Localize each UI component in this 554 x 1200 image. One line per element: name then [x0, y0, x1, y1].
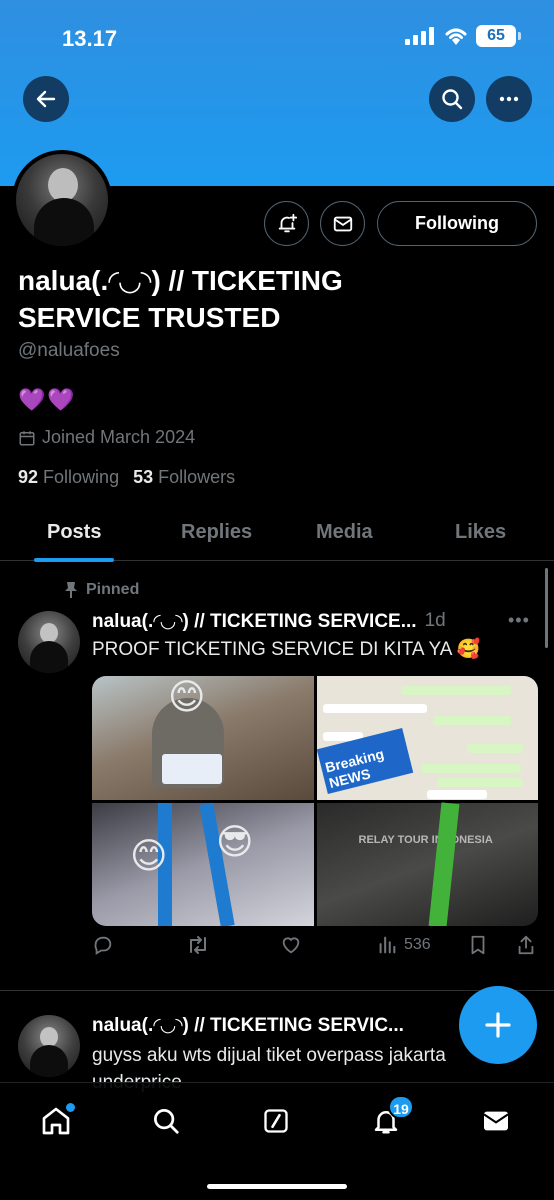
post-actions: 536: [92, 934, 542, 964]
green-lanyard: [428, 802, 459, 926]
share-icon: [518, 935, 534, 955]
post-author[interactable]: nalua(.◜◡◝) // TICKETING SERVICE...: [92, 610, 417, 633]
compose-post-button[interactable]: [459, 986, 537, 1064]
post-more-button[interactable]: •••: [508, 610, 530, 631]
status-time: 13.17: [62, 26, 118, 51]
smile-emoji-icon: 😊: [168, 676, 206, 717]
plus-icon: [485, 1012, 511, 1038]
pin-icon: [65, 582, 77, 598]
bookmark-button[interactable]: [468, 934, 488, 956]
smile-emoji-icon: 😊: [130, 835, 168, 876]
home-indicator: [207, 1184, 347, 1189]
notify-bell-button[interactable]: [264, 201, 309, 246]
chat-bubble: [426, 790, 487, 799]
joined-text: Joined March 2024: [42, 427, 196, 447]
following-stat[interactable]: 92 Following: [18, 467, 119, 488]
battery-indicator: 65: [476, 25, 521, 47]
status-bar: 13.17 65: [0, 0, 554, 72]
post-header: nalua(.◜◡◝) // TICKETING SERVICE... 1d: [92, 610, 446, 633]
grok-icon: [264, 1109, 288, 1133]
profile-bio: 💜💜: [18, 387, 77, 412]
search-button[interactable]: [429, 76, 475, 122]
chat-bubble: [466, 744, 523, 753]
nav-notifications[interactable]: 19: [366, 1095, 414, 1141]
heart-icon: [282, 937, 300, 954]
chat-bubble: [420, 764, 521, 773]
scrollbar[interactable]: [545, 568, 548, 648]
envelope-icon: [333, 216, 352, 231]
envelope-icon: [483, 1111, 509, 1131]
repost-button[interactable]: [186, 934, 210, 956]
following-count: 92: [18, 467, 39, 487]
post-text: PROOF TICKETING SERVICE DI KITA YA 🥰: [92, 639, 481, 660]
tab-posts[interactable]: Posts: [47, 521, 101, 544]
profile-joined: Joined March 2024: [18, 427, 195, 448]
share-button[interactable]: [516, 934, 536, 956]
following-label: Following: [43, 467, 120, 487]
like-button[interactable]: [280, 934, 302, 956]
reply-button[interactable]: [92, 934, 114, 956]
calendar-icon: [19, 430, 35, 445]
search-icon: [442, 89, 463, 110]
views-chart-icon: [379, 936, 396, 954]
chat-bubble: [400, 686, 511, 695]
chat-bubble: [436, 778, 523, 787]
sunglasses-emoji-icon: 😎: [216, 821, 254, 862]
arrow-left-icon: [36, 90, 56, 108]
notifications-badge: 19: [388, 1095, 414, 1119]
post-divider: [0, 990, 554, 991]
nav-search[interactable]: [146, 1101, 186, 1141]
followers-stat[interactable]: 53 Followers: [133, 467, 235, 488]
reply-icon: [94, 936, 112, 955]
views-count: 536: [404, 936, 431, 953]
followers-label: Followers: [158, 467, 236, 487]
back-button[interactable]: [23, 76, 69, 122]
wifi-icon: [443, 25, 469, 52]
pinned-indicator: Pinned: [64, 581, 139, 599]
chat-bubble: [322, 704, 427, 713]
tab-media[interactable]: Media: [316, 521, 373, 544]
search-icon: [154, 1109, 179, 1134]
tab-replies[interactable]: Replies: [181, 521, 252, 544]
cellular-signal-icon: [405, 27, 434, 45]
message-button[interactable]: [320, 201, 365, 246]
media-chat-screenshot[interactable]: Breaking NEWS: [316, 676, 538, 800]
bottom-navigation: 19: [0, 1082, 554, 1200]
followers-count: 53: [133, 467, 154, 487]
bookmark-icon: [471, 935, 485, 955]
unread-dot: [66, 1103, 75, 1112]
following-button[interactable]: Following: [377, 201, 537, 246]
repost-icon: [190, 936, 206, 954]
chat-bubble: [432, 716, 511, 725]
media-photo-1[interactable]: 😊: [92, 676, 314, 800]
post-age: 1d: [424, 610, 446, 631]
post-avatar[interactable]: [18, 611, 80, 673]
tab-likes[interactable]: Likes: [455, 521, 506, 544]
profile-handle: @naluafoes: [18, 340, 120, 361]
post-author[interactable]: nalua(.◜◡◝) // TICKETING SERVIC...: [92, 1014, 404, 1037]
bell-plus-icon: [278, 213, 297, 232]
nav-messages[interactable]: [476, 1101, 516, 1141]
media-photo-ticket[interactable]: RELAY TOUR INDONESIA: [316, 802, 538, 926]
views-button[interactable]: 536: [376, 934, 431, 956]
profile-display-name: nalua(.◜◡◝) // TICKETING SERVICE TRUSTED: [18, 265, 343, 333]
nav-grok[interactable]: [256, 1101, 296, 1141]
post-header: nalua(.◜◡◝) // TICKETING SERVIC...: [92, 1014, 404, 1037]
profile-tabs: Posts Replies Media Likes: [0, 505, 554, 562]
profile-stats: 92 Following 53 Followers: [18, 467, 235, 488]
post-media-grid[interactable]: 😊 Breaking NEWS 😊 😎 RELAY TOUR INDONESIA: [92, 676, 538, 926]
pinned-label: Pinned: [86, 581, 140, 598]
ticket-envelope: [162, 754, 222, 784]
profile-avatar[interactable]: [12, 150, 112, 250]
nav-home[interactable]: [36, 1101, 76, 1141]
more-icon: [499, 96, 519, 102]
active-tab-indicator: [34, 558, 114, 562]
post-avatar[interactable]: [18, 1015, 80, 1077]
more-options-button[interactable]: [486, 76, 532, 122]
media-photo-lanyards[interactable]: 😊 😎: [92, 802, 314, 926]
breaking-news-text: Breaking NEWS: [323, 745, 386, 792]
